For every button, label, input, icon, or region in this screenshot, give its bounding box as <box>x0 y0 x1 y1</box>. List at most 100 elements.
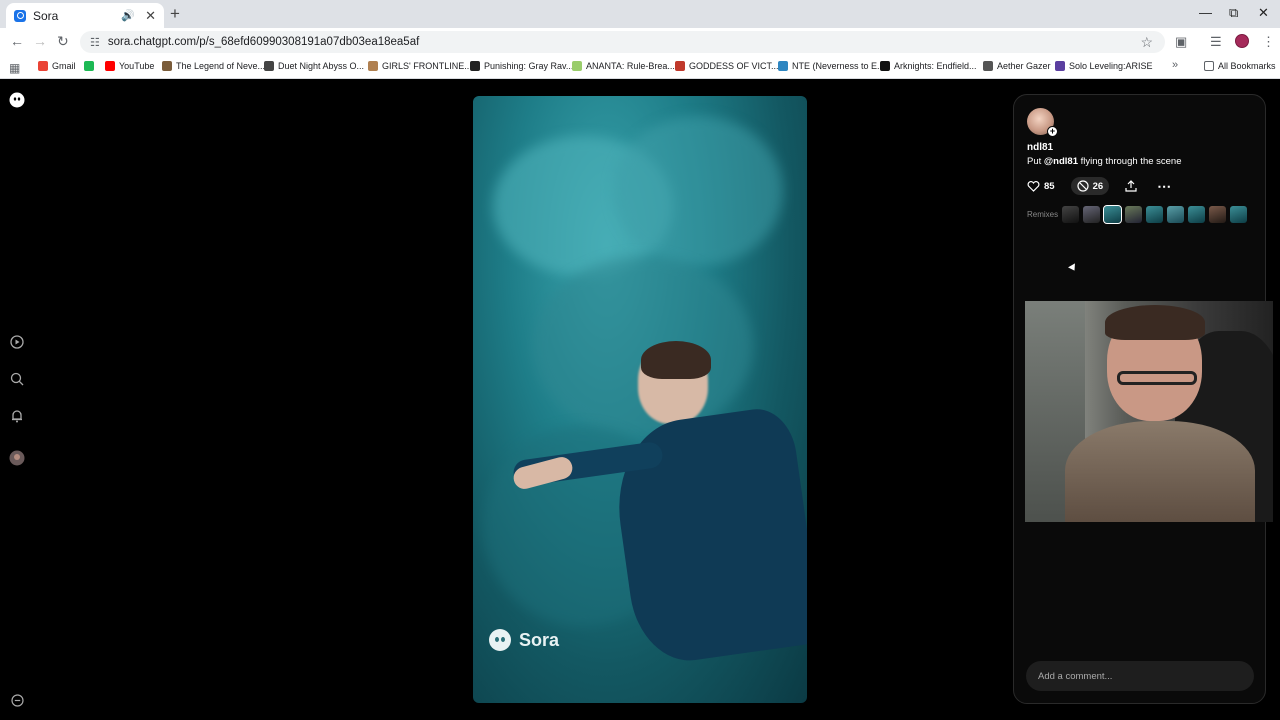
person-hair <box>641 341 711 379</box>
browser-tab[interactable]: Sora 🔊 ✕ <box>6 3 164 28</box>
sora-logo-icon[interactable] <box>9 92 25 108</box>
bell-icon[interactable] <box>9 408 25 424</box>
address-bar[interactable]: ☷ sora.chatgpt.com/p/s_68efd60990308191a… <box>80 31 1165 53</box>
bookmark-label: Aether Gazer <box>997 61 1051 71</box>
more-options-button[interactable]: ⋯ <box>1157 178 1172 195</box>
sora-page: Sora + ndl81 Put @ndl81 flying through t… <box>0 80 1280 720</box>
caption-suffix: flying through the scene <box>1077 156 1182 167</box>
remix-thumbnail[interactable] <box>1083 206 1101 223</box>
window-close-icon[interactable]: ✕ <box>1258 5 1269 21</box>
profile-avatar[interactable] <box>1235 34 1249 48</box>
media-control-icon[interactable]: ☰ <box>1210 34 1222 50</box>
sora-watermark: Sora <box>489 629 559 651</box>
more-bookmarks-chevron-icon[interactable]: » <box>1172 59 1178 71</box>
tab-close-icon[interactable]: ✕ <box>145 8 156 24</box>
bookmark-label: NTE (Neverness to E... <box>792 61 885 71</box>
sora-favicon-icon <box>14 9 26 22</box>
new-tab-plus-icon[interactable]: + <box>170 4 180 24</box>
bookmark-favicon-icon <box>983 61 993 71</box>
bookmark-item[interactable]: Gmail <box>38 61 76 71</box>
site-info-icon[interactable]: ☷ <box>90 36 100 49</box>
like-count: 85 <box>1044 180 1055 192</box>
bookmarks-bar: ▦ Gmail YouTube The Legend of Neve... Duet … <box>0 55 1280 79</box>
bookmark-item[interactable]: YouTube <box>105 61 154 71</box>
caption-mention-link[interactable]: @ndl81 <box>1044 156 1078 167</box>
settings-circle-icon[interactable] <box>9 692 25 708</box>
restore-icon[interactable]: ⧉ <box>1229 5 1238 21</box>
bookmark-label: Arknights: Endfield... <box>894 61 977 71</box>
bookmark-label: GODDESS OF VICT... <box>689 61 779 71</box>
bookmark-item[interactable]: Punishing: Gray Rav... <box>470 61 573 71</box>
browser-toolbar: ← → ↻ ☷ sora.chatgpt.com/p/s_68efd609903… <box>0 28 1280 55</box>
minimize-icon[interactable]: — <box>1199 5 1212 20</box>
remix-count: 26 <box>1092 180 1104 192</box>
remix-thumbnail[interactable] <box>1209 206 1227 223</box>
bookmark-favicon-icon <box>38 61 48 71</box>
remixes-row: Remixes <box>1027 205 1251 224</box>
webcam-overlay <box>1025 301 1273 522</box>
remix-thumbnail[interactable] <box>1230 206 1248 223</box>
remix-thumbnail[interactable] <box>1103 205 1123 224</box>
remix-button[interactable]: 26 <box>1070 177 1110 195</box>
back-arrow-icon[interactable]: ← <box>10 33 24 49</box>
user-avatar-icon[interactable] <box>9 450 25 466</box>
all-bookmarks[interactable]: All Bookmarks <box>1204 61 1276 71</box>
bookmark-item[interactable]: Duet Night Abyss O... <box>264 61 364 71</box>
bookmark-label: YouTube <box>119 61 155 71</box>
speaker-icon[interactable]: 🔊 <box>121 9 135 22</box>
bookmark-label: Punishing: Gray Rav... <box>484 61 574 71</box>
streamer-shirt <box>1065 421 1255 522</box>
sora-watermark-logo-icon <box>489 629 511 651</box>
bookmark-item[interactable]: Solo Leveling:ARISE <box>1055 61 1153 71</box>
bookmark-item[interactable]: Aether Gazer <box>983 61 1051 71</box>
remix-thumbnail[interactable] <box>1125 206 1143 223</box>
remix-thumbnail[interactable] <box>1062 206 1080 223</box>
like-button[interactable]: 85 <box>1027 180 1055 192</box>
bookmark-label: Solo Leveling:ARISE <box>1069 61 1153 71</box>
reload-icon[interactable]: ↻ <box>57 33 69 50</box>
tab-title: Sora <box>33 8 59 23</box>
bookmark-item[interactable]: NTE (Neverness to E... <box>778 61 885 71</box>
video-player[interactable]: Sora <box>473 96 807 703</box>
remix-thumbnail[interactable] <box>1188 206 1206 223</box>
remixes-label: Remixes <box>1027 210 1059 219</box>
remix-icon <box>1076 180 1089 192</box>
bookmark-favicon-icon <box>1055 61 1065 71</box>
bookmark-item[interactable]: GIRLS' FRONTLINE... <box>368 61 472 71</box>
heart-icon <box>1027 181 1040 192</box>
tab-search-icon[interactable]: ▣ <box>1175 34 1187 50</box>
bookmark-label: ANANTA: Rule-Brea... <box>586 61 675 71</box>
glasses <box>1117 371 1197 385</box>
bookmark-favicon-icon <box>84 61 94 71</box>
comment-input[interactable]: Add a comment... <box>1026 661 1254 691</box>
forward-arrow-icon[interactable]: → <box>33 33 47 49</box>
caption-prefix: Put <box>1027 156 1044 167</box>
bookmark-item[interactable]: GODDESS OF VICT... <box>675 61 779 71</box>
bookmark-favicon-icon <box>880 61 890 71</box>
bookmark-item[interactable]: ANANTA: Rule-Brea... <box>572 61 675 71</box>
remix-thumbnail[interactable] <box>1146 206 1164 223</box>
search-icon[interactable] <box>9 371 25 387</box>
bookmark-item[interactable]: Arknights: Endfield... <box>880 61 977 71</box>
bookmark-favicon-icon <box>368 61 378 71</box>
bookmark-label: The Legend of Neve... <box>176 61 266 71</box>
bookmark-label: Duet Night Abyss O... <box>278 61 365 71</box>
bookmark-favicon-icon <box>105 61 115 71</box>
bookmark-favicon-icon <box>675 61 685 71</box>
menu-kebab-icon[interactable]: ⋮ <box>1262 34 1275 50</box>
bookmark-favicon-icon <box>470 61 480 71</box>
follow-plus-icon[interactable]: + <box>1047 126 1058 137</box>
apps-grid-icon[interactable]: ▦ <box>9 61 20 75</box>
remix-thumbnail[interactable] <box>1167 206 1185 223</box>
share-button[interactable] <box>1125 180 1141 192</box>
post-actions: 85 26 ⋯ <box>1027 177 1188 195</box>
bookmark-favicon-icon <box>162 61 172 71</box>
play-feed-icon[interactable] <box>9 334 25 350</box>
browser-tab-bar: Sora 🔊 ✕ + — ⧉ ✕ <box>0 0 1280 28</box>
bookmark-star-icon[interactable]: ☆ <box>1140 34 1153 51</box>
bookmark-item[interactable] <box>84 61 98 71</box>
bookmark-item[interactable]: The Legend of Neve... <box>162 61 265 71</box>
share-icon <box>1125 180 1137 192</box>
author-username[interactable]: ndl81 <box>1027 142 1053 153</box>
bookmark-label: Gmail <box>52 61 76 71</box>
